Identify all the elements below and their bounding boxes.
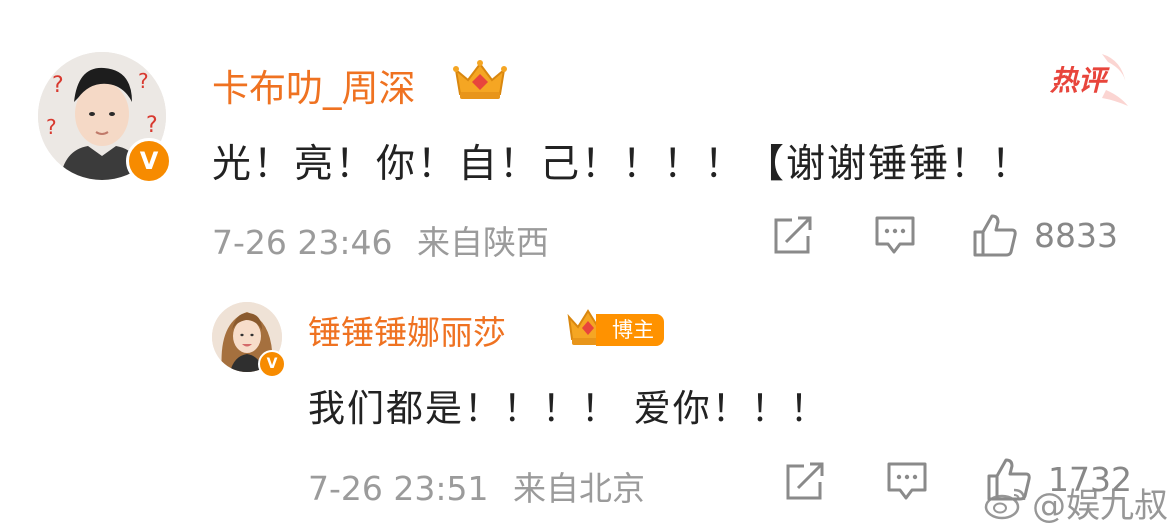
reply-time: 7-26 23:51 <box>308 469 489 508</box>
crown-icon <box>452 58 508 106</box>
comment-time: 7-26 23:46 <box>212 223 393 262</box>
like-button[interactable]: 8833 <box>972 212 1118 258</box>
reply-location: 来自北京 <box>513 469 645 508</box>
svg-text:?: ? <box>138 69 149 93</box>
commenter-username[interactable]: 卡布叻_周深 <box>212 58 416 112</box>
like-count: 8833 <box>1034 215 1118 255</box>
reply-content: 我们都是！！！！ 爱你！！！ <box>308 387 829 430</box>
replier-username[interactable]: 锤锤锤娜丽莎 <box>308 306 506 354</box>
hot-comment-tag: 热评 <box>1036 50 1130 114</box>
comment-content: 光！亮！你！自！己！！！！【谢谢锤锤！！ <box>212 142 1033 187</box>
comment-thread: ? ? ? ? V 卡布叻_周深 热评 光！亮！你！自！己！！！！【谢谢锤锤！！… <box>0 0 1170 525</box>
verified-badge: V <box>258 350 286 378</box>
hot-comment-label: 热评 <box>1049 64 1110 97</box>
comment-location: 来自陕西 <box>417 223 549 262</box>
share-icon <box>774 216 812 254</box>
comment-icon <box>887 462 927 500</box>
like-icon <box>973 214 1017 257</box>
comment-button[interactable] <box>886 460 928 502</box>
share-icon <box>786 462 824 500</box>
watermark-text: @娱九叔 <box>1032 486 1168 525</box>
reply-meta: 7-26 23:51 来自北京 <box>308 462 645 510</box>
share-button[interactable] <box>784 462 826 502</box>
watermark: @娱九叔 <box>984 478 1168 525</box>
author-tag: 博主 <box>596 314 664 346</box>
verified-badge: V <box>126 138 172 184</box>
weibo-logo-icon <box>984 488 1026 519</box>
comment-icon <box>875 216 915 254</box>
svg-text:?: ? <box>46 115 57 139</box>
svg-text:?: ? <box>146 113 158 138</box>
comment-button[interactable] <box>874 214 916 256</box>
svg-text:?: ? <box>52 73 64 98</box>
share-button[interactable] <box>772 216 814 256</box>
comment-meta: 7-26 23:46 来自陕西 <box>212 216 549 264</box>
